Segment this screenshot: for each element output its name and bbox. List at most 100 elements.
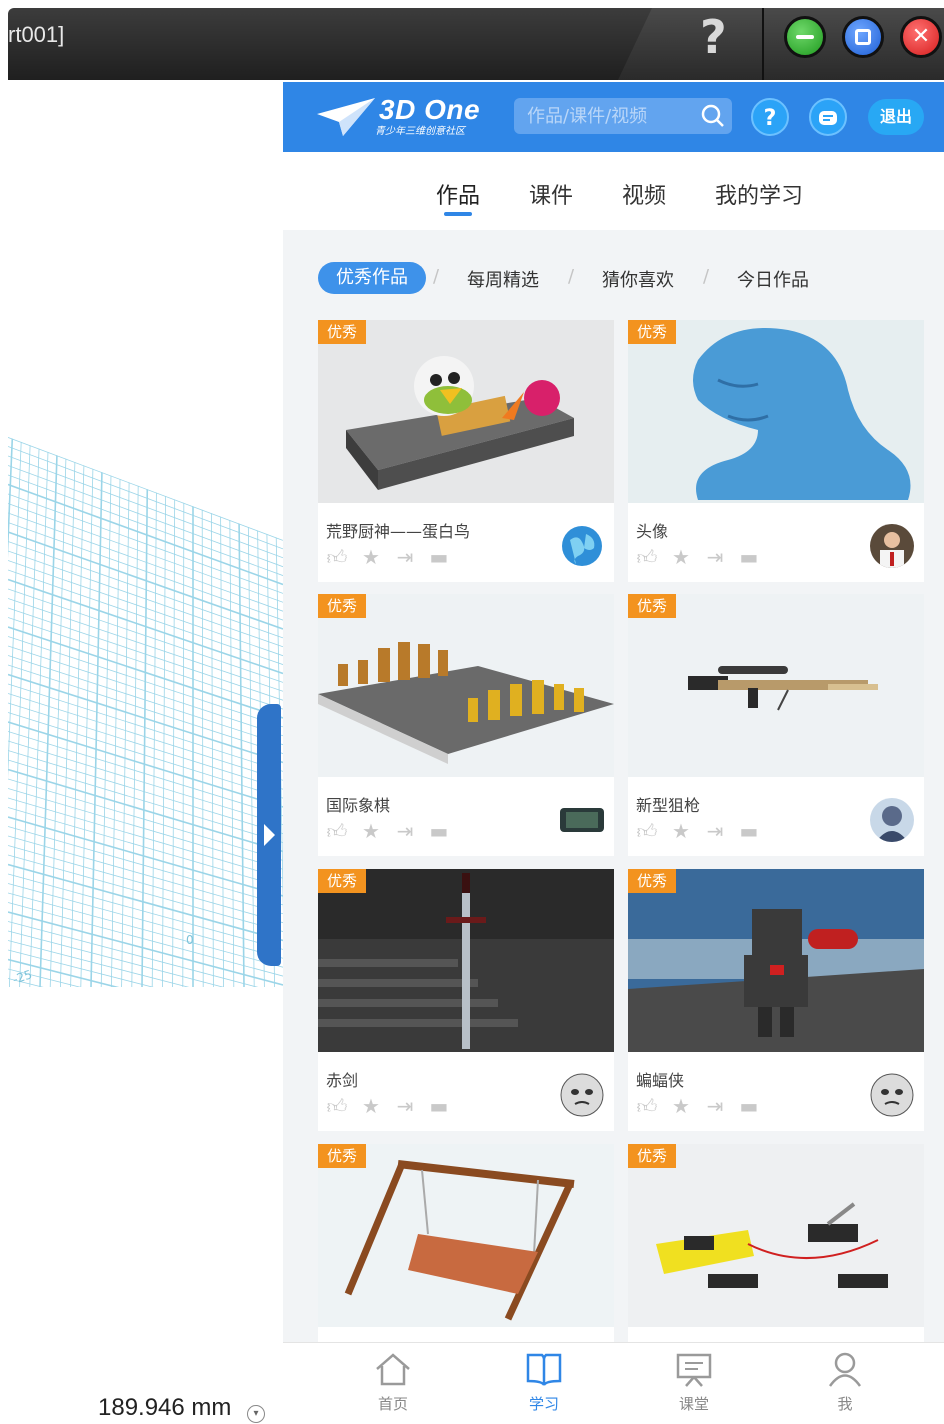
work-card[interactable]: 优秀 蝙蝠侠 👍︎ ★ ⇥ ▬ — [628, 869, 924, 1131]
folder-icon[interactable]: ▬ — [738, 1095, 760, 1117]
close-button[interactable]: ✕ — [900, 16, 942, 58]
help-button[interactable]: ? — [751, 98, 789, 136]
tab-my-learning[interactable]: 我的学习 — [715, 178, 803, 210]
search-input[interactable] — [527, 104, 697, 128]
card-title: 荒野厨神——蛋白鸟 — [326, 522, 471, 541]
restore-icon — [855, 29, 871, 45]
export-icon[interactable]: ⇥ — [394, 1095, 416, 1117]
author-avatar[interactable] — [870, 524, 914, 568]
community-panel: 3D One 青少年三维创意社区 ? 退出 作品 课件 视频 我的学习 优秀作品… — [283, 82, 944, 1424]
author-avatar[interactable] — [560, 524, 604, 568]
nav-home[interactable]: 首页 — [363, 1351, 423, 1414]
grid-line — [8, 940, 283, 987]
author-avatar[interactable] — [870, 798, 914, 842]
star-icon[interactable]: ★ — [360, 546, 382, 568]
panel-collapse-handle[interactable] — [257, 704, 281, 966]
minimize-button[interactable] — [784, 16, 826, 58]
titlebar-wedge — [618, 8, 944, 80]
grid-line — [246, 437, 255, 987]
grid-line — [8, 493, 283, 594]
grid-line — [8, 465, 283, 568]
card-actions: 👍︎ ★ ⇥ ▬ — [326, 820, 450, 842]
thumbs-up-icon[interactable]: 👍︎ — [326, 546, 348, 568]
excellent-badge: 优秀 — [318, 1144, 366, 1168]
help-icon[interactable]: ? — [700, 10, 727, 64]
grid-line — [49, 437, 68, 987]
filter-weekly-picks[interactable]: 每周精选 — [467, 266, 539, 292]
nav-study[interactable]: 学习 — [514, 1351, 574, 1414]
export-icon[interactable]: ⇥ — [704, 820, 726, 842]
thumbs-up-icon[interactable]: 👍︎ — [636, 1095, 658, 1117]
card-title: 赤剑 — [326, 1071, 359, 1090]
thumbnail-batman — [628, 869, 924, 1052]
thumbs-up-icon[interactable]: 👍︎ — [636, 820, 658, 842]
maximize-button[interactable] — [842, 16, 884, 58]
grid-line — [8, 911, 283, 986]
viewport-canvas[interactable]: 0 -25 — [8, 82, 283, 1424]
logout-button[interactable]: 退出 — [868, 99, 924, 135]
star-icon[interactable]: ★ — [670, 1095, 692, 1117]
grid-line — [182, 437, 185, 987]
thumbs-up-icon[interactable]: 👍︎ — [636, 546, 658, 568]
work-card[interactable]: 优秀 头像 👍︎ ★ ⇥ ▬ — [628, 320, 924, 582]
thumbs-up-icon[interactable]: 👍︎ — [326, 1095, 348, 1117]
folder-icon[interactable]: ▬ — [738, 820, 760, 842]
message-button[interactable] — [809, 98, 847, 136]
home-icon — [376, 1353, 410, 1386]
work-card[interactable]: 优秀 赤剑 👍︎ ★ ⇥ ▬ — [318, 869, 614, 1131]
author-avatar[interactable] — [560, 798, 604, 842]
thumbnail-chef-bird — [318, 320, 614, 503]
chevron-right-icon — [264, 824, 275, 846]
author-avatar[interactable] — [870, 1073, 914, 1117]
filter-excellent-works[interactable]: 优秀作品 — [318, 262, 426, 294]
book-icon — [526, 1353, 562, 1386]
search-icon[interactable] — [701, 104, 725, 128]
close-icon: ✕ — [911, 24, 931, 49]
card-title: 国际象棋 — [326, 796, 391, 815]
export-icon[interactable]: ⇥ — [704, 546, 726, 568]
nav-me-label: 我 — [837, 1395, 853, 1413]
logo-subtitle: 青少年三维创意社区 — [375, 126, 465, 137]
tab-videos[interactable]: 视频 — [622, 178, 666, 210]
grid-line — [8, 446, 283, 550]
folder-icon[interactable]: ▬ — [428, 820, 450, 842]
star-icon[interactable]: ★ — [360, 1095, 382, 1117]
grid-line — [8, 978, 283, 987]
author-avatar[interactable] — [560, 1073, 604, 1117]
export-icon[interactable]: ⇥ — [394, 546, 416, 568]
work-card[interactable]: 优秀 新型狙枪 👍︎ ★ ⇥ ▬ — [628, 594, 924, 856]
thumbs-up-icon[interactable]: 👍︎ — [326, 820, 348, 842]
nav-me[interactable]: 我 — [815, 1351, 875, 1414]
filter-guess-you-like[interactable]: 猜你喜欢 — [602, 266, 674, 292]
grid-line — [219, 437, 224, 987]
question-icon: ? — [763, 106, 777, 131]
tab-works[interactable]: 作品 — [436, 178, 480, 210]
chevron-down-icon[interactable]: ▾ — [247, 1405, 265, 1423]
star-icon[interactable]: ★ — [360, 820, 382, 842]
export-icon[interactable]: ⇥ — [704, 1095, 726, 1117]
tab-courseware[interactable]: 课件 — [529, 178, 573, 210]
grid-line — [29, 437, 50, 987]
grid-line — [162, 437, 167, 987]
nav-classroom[interactable]: 课堂 — [664, 1351, 724, 1414]
excellent-badge: 优秀 — [628, 594, 676, 618]
work-card[interactable]: 优秀 荒野厨神——蛋白鸟 👍︎ ★ ⇥ ▬ — [318, 320, 614, 582]
folder-icon[interactable]: ▬ — [428, 1095, 450, 1117]
star-icon[interactable]: ★ — [670, 546, 692, 568]
thumbnail-swing — [318, 1144, 614, 1327]
star-icon[interactable]: ★ — [670, 820, 692, 842]
chat-icon — [819, 111, 837, 125]
work-card[interactable]: 优秀 国际象棋 👍︎ ★ ⇥ ▬ — [318, 594, 614, 856]
grid-line — [8, 998, 283, 1066]
export-icon[interactable]: ⇥ — [394, 820, 416, 842]
grid-line — [8, 958, 283, 987]
panel-header: 3D One 青少年三维创意社区 ? 退出 — [283, 82, 944, 152]
grid-line — [8, 437, 283, 541]
active-tab-indicator — [444, 212, 472, 216]
filter-today-works[interactable]: 今日作品 — [737, 266, 809, 292]
folder-icon[interactable]: ▬ — [738, 546, 760, 568]
grid-line — [8, 883, 283, 959]
thumbnail-head-bust — [628, 320, 924, 503]
folder-icon[interactable]: ▬ — [428, 546, 450, 568]
nav-study-label: 学习 — [528, 1395, 559, 1413]
